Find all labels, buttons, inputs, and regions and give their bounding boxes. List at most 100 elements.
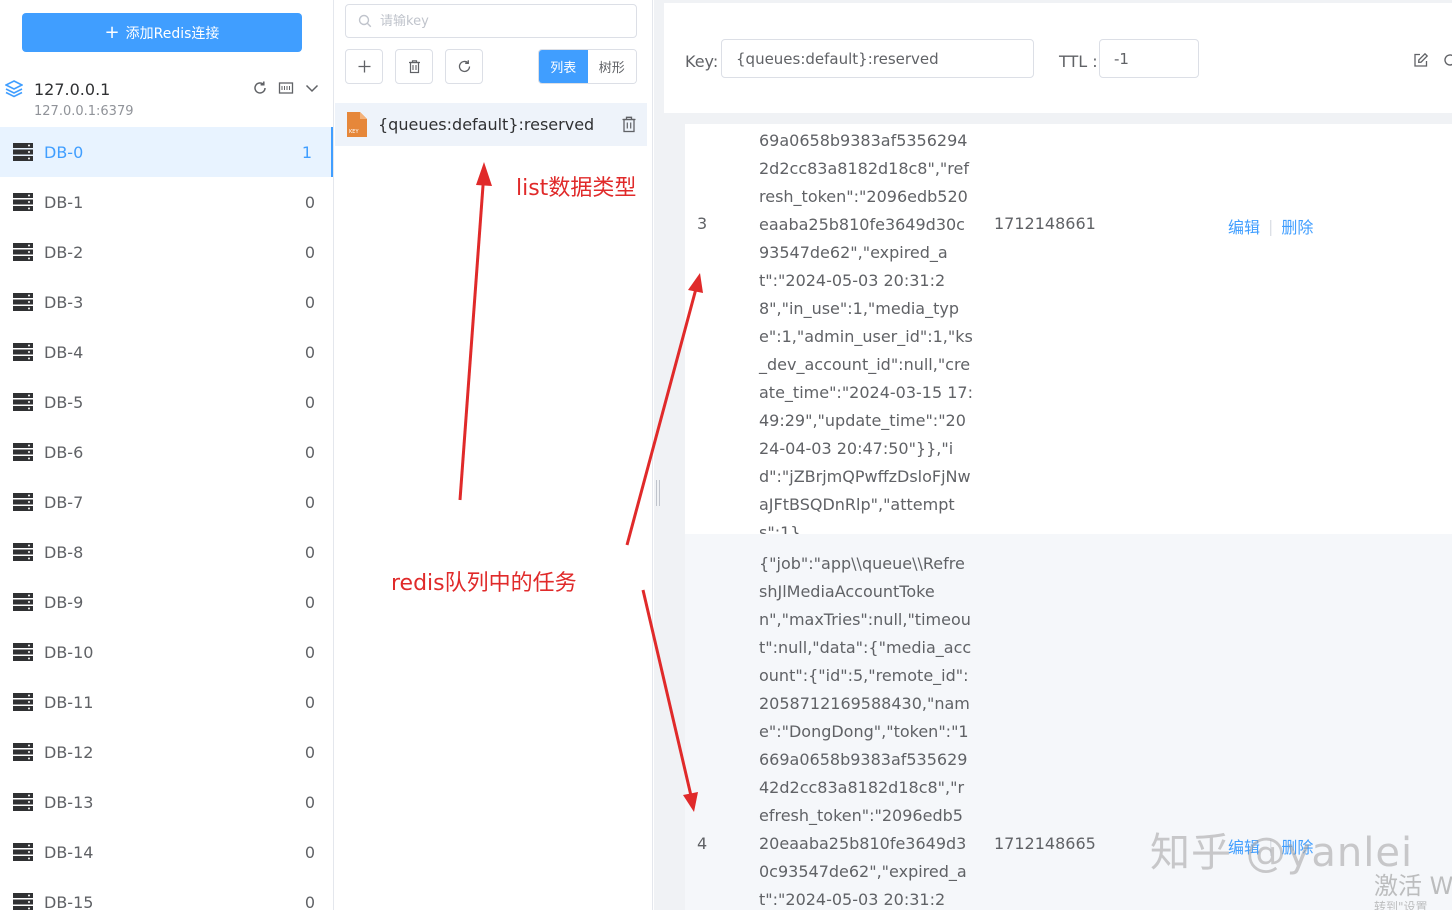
db-name: DB-5: [44, 392, 84, 412]
refresh-icon[interactable]: [1442, 52, 1452, 68]
db-name: DB-8: [44, 542, 84, 562]
key-item[interactable]: KEY {queues:default}:reserved: [335, 103, 647, 146]
plus-icon: +: [104, 21, 120, 43]
batch-delete-button[interactable]: [395, 49, 433, 84]
db-item[interactable]: DB-9 0: [0, 577, 333, 627]
db-icon: [13, 393, 33, 411]
db-key-count: 0: [304, 192, 315, 212]
db-icon: [13, 493, 33, 511]
db-item[interactable]: DB-12 0: [0, 727, 333, 777]
db-icon: [13, 543, 33, 561]
db-name: DB-12: [44, 742, 94, 762]
db-icon: [13, 643, 33, 661]
key-search[interactable]: [345, 4, 637, 38]
key-label: Key:: [685, 52, 719, 71]
refresh-keys-button[interactable]: [445, 49, 483, 84]
db-item[interactable]: DB-15 0: [0, 877, 333, 910]
add-redis-connection-button[interactable]: + 添加Redis连接: [22, 13, 302, 52]
connection-address: 127.0.0.1:6379: [34, 104, 134, 119]
key-name: {queues:default}:reserved: [378, 115, 595, 134]
db-icon: [13, 443, 33, 461]
db-item[interactable]: DB-8 0: [0, 527, 333, 577]
panel-splitter[interactable]: [655, 480, 661, 506]
chevron-down-icon[interactable]: [304, 80, 320, 96]
db-icon: [13, 193, 33, 211]
tree-view-tab[interactable]: 树形: [587, 50, 636, 83]
key-file-icon: KEY: [347, 112, 367, 137]
db-item[interactable]: DB-4 0: [0, 327, 333, 377]
row-score: 1712148665: [994, 834, 1096, 853]
edit-link[interactable]: 编辑: [1228, 214, 1260, 238]
server-stack-icon: [5, 80, 23, 98]
db-key-count: 0: [304, 842, 315, 862]
edit-icon[interactable]: [1413, 52, 1429, 68]
db-item[interactable]: DB-7 0: [0, 477, 333, 527]
list-view-tab[interactable]: 列表: [539, 50, 588, 83]
db-icon: [13, 143, 33, 161]
key-name-field[interactable]: {queues:default}:reserved: [721, 39, 1034, 78]
db-key-count: 0: [304, 692, 315, 712]
connection-item[interactable]: 127.0.0.1 127.0.0.1:6379: [0, 72, 333, 126]
delete-link[interactable]: 删除: [1281, 214, 1313, 238]
refresh-icon[interactable]: [252, 80, 268, 96]
db-icon: [13, 743, 33, 761]
db-name: DB-14: [44, 842, 94, 862]
db-icon: [13, 293, 33, 311]
ttl-field[interactable]: -1: [1099, 39, 1199, 78]
sidebar: + 添加Redis连接 127.0.0.1 127.0.0.1:6379 DB-…: [0, 0, 334, 910]
ttl-label: TTL :: [1059, 52, 1098, 71]
db-name: DB-1: [44, 192, 84, 212]
activate-windows-text: 激活 W: [1374, 872, 1452, 900]
search-input[interactable]: [380, 13, 620, 29]
annotation-queue-tasks: redis队列中的任务: [391, 571, 577, 596]
db-key-count: 0: [304, 642, 315, 662]
db-name: DB-13: [44, 792, 94, 812]
db-key-count: 1: [301, 142, 312, 162]
db-key-count: 0: [304, 492, 315, 512]
db-key-count: 0: [304, 242, 315, 262]
db-name: DB-15: [44, 892, 94, 910]
db-key-count: 0: [304, 542, 315, 562]
row-value: 69a0658b9383af53562942d2cc83a8182d18c8",…: [759, 131, 973, 542]
db-item[interactable]: DB-2 0: [0, 227, 333, 277]
db-icon: [13, 693, 33, 711]
db-name: DB-7: [44, 492, 84, 512]
db-icon: [13, 343, 33, 361]
db-item[interactable]: DB-6 0: [0, 427, 333, 477]
activate-windows-subtext: 转到"设置: [1374, 900, 1428, 910]
db-name: DB-2: [44, 242, 84, 262]
db-item[interactable]: DB-1 0: [0, 177, 333, 227]
db-icon: [13, 243, 33, 261]
add-key-button[interactable]: [345, 49, 383, 84]
row-score: 1712148661: [994, 214, 1096, 233]
trash-icon[interactable]: [621, 116, 637, 133]
terminal-icon[interactable]: [278, 80, 294, 96]
db-item[interactable]: DB-5 0: [0, 377, 333, 427]
row-index: 3: [697, 214, 708, 233]
view-mode-toggle: 列表 树形: [538, 49, 637, 84]
db-icon: [13, 893, 33, 910]
row-index: 4: [697, 834, 708, 853]
search-icon: [358, 14, 372, 28]
row-actions: 编辑 | 删除: [1228, 214, 1313, 238]
db-icon: [13, 593, 33, 611]
key-panel: 列表 树形 KEY {queues:default}:reserved list…: [335, 0, 653, 910]
list-values-table: 3 69a0658b9383af53562942d2cc83a8182d18c8…: [685, 124, 1452, 910]
key-detail-panel: Key: {queues:default}:reserved TTL : -1 …: [654, 0, 1452, 910]
db-item[interactable]: DB-0 1: [0, 127, 333, 177]
database-list: DB-0 1 DB-1 0 DB-2 0 DB-3 0 DB-4 0 DB-5 0 DB-6 0 DB-7 0…: [0, 127, 333, 910]
db-item[interactable]: DB-13 0: [0, 777, 333, 827]
db-name: DB-9: [44, 592, 84, 612]
db-item[interactable]: DB-14 0: [0, 827, 333, 877]
db-name: DB-3: [44, 292, 84, 312]
key-header: Key: {queues:default}:reserved TTL : -1: [664, 3, 1452, 113]
db-key-count: 0: [304, 892, 315, 910]
db-item[interactable]: DB-11 0: [0, 677, 333, 727]
db-key-count: 0: [304, 292, 315, 312]
db-item[interactable]: DB-3 0: [0, 277, 333, 327]
connection-name: 127.0.0.1: [34, 80, 111, 99]
db-item[interactable]: DB-10 0: [0, 627, 333, 677]
db-icon: [13, 843, 33, 861]
annotation-list-type: list数据类型: [516, 176, 637, 201]
db-key-count: 0: [304, 342, 315, 362]
